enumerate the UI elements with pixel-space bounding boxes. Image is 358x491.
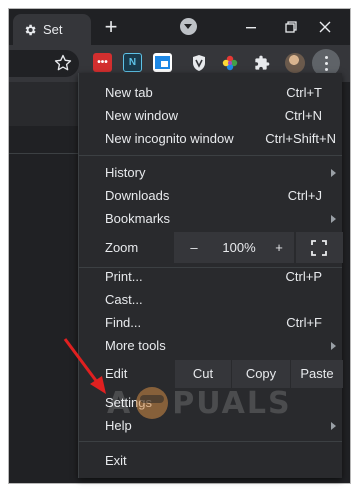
menu-shortcut: Ctrl+J <box>287 188 322 203</box>
zoom-row: Zoom – 100% + <box>79 232 343 263</box>
star-icon[interactable] <box>53 53 73 73</box>
menu-item-history[interactable]: History <box>79 161 342 184</box>
annotation-arrow <box>63 338 106 394</box>
menu-item-more-tools[interactable]: More tools <box>79 334 342 357</box>
menu-shortcut: Ctrl+T <box>286 85 322 100</box>
menu-item-new-tab[interactable]: New tab Ctrl+T <box>79 81 342 104</box>
restore-button[interactable] <box>277 15 305 39</box>
menu-item-cast[interactable]: Cast... <box>79 288 342 311</box>
zoom-out-button[interactable]: – <box>174 232 214 263</box>
menu-label: New incognito window <box>105 131 234 146</box>
zoom-level: 100% <box>214 232 264 263</box>
menu-item-find[interactable]: Find... Ctrl+F <box>79 311 342 334</box>
fullscreen-icon <box>311 240 327 256</box>
menu-shortcut: Ctrl+P <box>285 269 322 284</box>
watermark-letter: A <box>107 385 133 421</box>
menu-item-exit[interactable]: Exit <box>79 449 342 472</box>
menu-label: Downloads <box>105 188 170 203</box>
menu-label: Print... <box>105 269 143 284</box>
page-header-strip <box>9 82 87 126</box>
tab-title: Set <box>43 22 63 37</box>
menu-label: More tools <box>105 338 166 353</box>
menu-item-bookmarks[interactable]: Bookmarks <box>79 207 342 230</box>
color-wheel-icon[interactable] <box>220 53 239 72</box>
avatar[interactable] <box>285 53 305 73</box>
screenshot-icon[interactable] <box>153 53 172 72</box>
menu-label: Cast... <box>105 292 143 307</box>
zoom-in-button[interactable]: + <box>264 232 294 263</box>
minimize-button[interactable] <box>237 15 265 39</box>
tab-search-button[interactable] <box>180 18 197 35</box>
menu-label: New window <box>105 108 178 123</box>
menu-label: Exit <box>105 453 127 468</box>
lastpass-icon[interactable]: ••• <box>93 53 112 72</box>
new-tab-button[interactable]: + <box>99 15 123 39</box>
menu-label: New tab <box>105 85 153 100</box>
puzzle-icon[interactable] <box>252 53 271 72</box>
menu-item-downloads[interactable]: Downloads Ctrl+J <box>79 184 342 207</box>
n-extension-icon[interactable]: N <box>123 53 142 72</box>
submenu-arrow-icon <box>331 169 336 177</box>
minimize-icon <box>246 27 256 29</box>
watermark-logo: A PUALS <box>107 383 307 423</box>
tab-settings[interactable]: Set <box>13 14 91 45</box>
gear-icon <box>25 24 36 35</box>
menu-shortcut: Ctrl+N <box>284 108 322 123</box>
close-button[interactable] <box>311 15 339 39</box>
vpn-shield-icon[interactable] <box>189 53 208 72</box>
page-divider <box>9 153 87 154</box>
menu-item-new-window[interactable]: New window Ctrl+N <box>79 104 342 127</box>
fullscreen-button[interactable] <box>295 232 343 263</box>
menu-item-print[interactable]: Print... Ctrl+P <box>79 265 342 288</box>
submenu-arrow-icon <box>331 215 336 223</box>
menu-shortcut: Ctrl+F <box>286 315 322 330</box>
menu-item-new-incognito[interactable]: New incognito window Ctrl+Shift+N <box>79 127 342 150</box>
mascot-icon <box>136 387 169 419</box>
menu-separator <box>79 441 342 442</box>
menu-separator <box>79 155 342 156</box>
menu-shortcut: Ctrl+Shift+N <box>265 131 336 146</box>
restore-icon <box>285 21 297 33</box>
submenu-arrow-icon <box>331 422 336 430</box>
menu-label: History <box>105 165 146 180</box>
close-icon <box>319 21 331 33</box>
zoom-label: Zoom <box>105 240 139 255</box>
watermark-text: PUALS <box>172 385 292 421</box>
tab-strip: Set + <box>9 9 350 45</box>
menu-label: Find... <box>105 315 142 330</box>
menu-label: Bookmarks <box>105 211 171 226</box>
submenu-arrow-icon <box>331 342 336 350</box>
